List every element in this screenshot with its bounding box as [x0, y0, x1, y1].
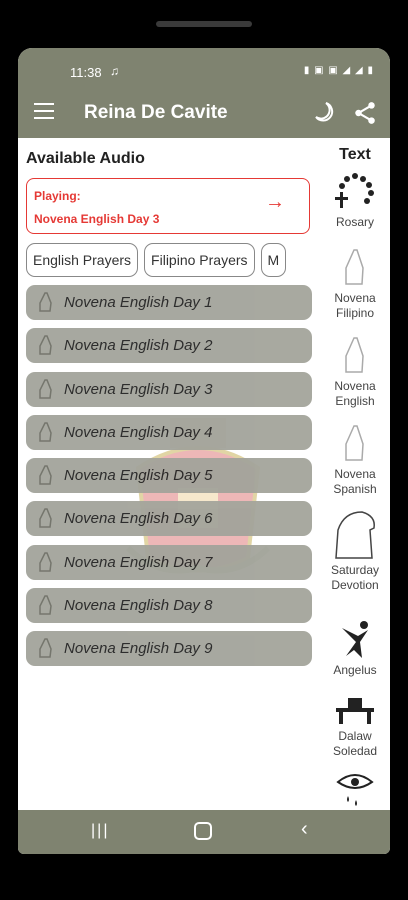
- praying-hands-icon: [36, 594, 56, 623]
- list-item[interactable]: Novena English Day 5: [26, 458, 312, 494]
- praying-hands-icon: [36, 637, 56, 666]
- page-title: Reina De Cavite: [84, 102, 228, 123]
- dark-mode-moon-icon[interactable]: [312, 100, 336, 129]
- praying-hands-icon: [345, 425, 364, 461]
- chip-more[interactable]: M: [260, 243, 287, 277]
- system-nav-bar: ||| ‹: [18, 810, 390, 854]
- list-item[interactable]: Novena English Day 7: [26, 544, 312, 580]
- arrow-right-icon[interactable]: →: [265, 191, 285, 214]
- list-item[interactable]: Novena English Day 4: [26, 414, 312, 450]
- sidebar-item-label: Novena Spanish: [333, 467, 377, 496]
- playing-track: Novena English Day 3: [34, 212, 160, 226]
- sidebar-item-angelus[interactable]: Angelus: [324, 620, 386, 677]
- menu-icon[interactable]: [34, 103, 54, 119]
- music-note-icon: ♫: [110, 64, 119, 78]
- praying-hands-icon: [345, 337, 364, 373]
- list-item-label: Novena English Day 9: [64, 640, 213, 658]
- praying-hands-icon: [36, 334, 56, 363]
- status-bar: 11:38 ♫ ▮ ▣ ▣ ◢ ◢ ▮: [18, 48, 390, 88]
- status-time: 11:38: [70, 65, 102, 80]
- sidebar-item-label: Dalaw Soledad: [332, 729, 378, 758]
- audio-list: Novena English Day 1 Novena English Day …: [26, 285, 312, 675]
- sidebar-item-dalaw-soledad[interactable]: Dalaw Soledad: [324, 694, 386, 759]
- status-icons: ▮ ▣ ▣ ◢ ◢ ▮: [303, 65, 374, 76]
- list-item-label: Novena English Day 2: [64, 337, 213, 355]
- praying-hands-icon: [36, 551, 56, 580]
- weeping-eye-icon: [336, 774, 374, 806]
- sidebar-item-label: Angelus: [333, 663, 377, 677]
- sidebar-item-saturday-devotion[interactable]: Saturday Devotion: [324, 508, 386, 593]
- list-item[interactable]: Novena English Day 6: [26, 501, 312, 537]
- list-item[interactable]: Novena English Day 2: [26, 328, 312, 364]
- list-item-label: Novena English Day 7: [64, 553, 213, 571]
- list-item-label: Novena English Day 3: [64, 380, 213, 398]
- back-icon[interactable]: ‹: [301, 818, 308, 841]
- rosary-icon: [335, 173, 374, 208]
- sidebar-item-novena-filipino[interactable]: Novena Filipino: [324, 248, 386, 321]
- sidebar-item-label: Novena Filipino: [334, 291, 376, 320]
- list-item[interactable]: Novena English Day 9: [26, 631, 312, 667]
- list-item[interactable]: Novena English Day 3: [26, 371, 312, 407]
- playing-label: Playing:: [34, 189, 81, 203]
- recent-apps-icon[interactable]: |||: [91, 822, 109, 840]
- dalaw-icon: [336, 698, 374, 724]
- list-item-label: Novena English Day 1: [64, 294, 213, 311]
- category-chips: English Prayers Filipino Prayers M: [26, 243, 316, 277]
- app-bar: Reina De Cavite: [18, 88, 390, 138]
- angelus-icon: [342, 621, 368, 658]
- share-icon[interactable]: [352, 100, 378, 131]
- praying-hands-icon: [36, 378, 56, 407]
- praying-hands-icon: [345, 249, 364, 285]
- sidebar-item-label: Novena English: [334, 379, 376, 408]
- sidebar-item-novena-spanish[interactable]: Novena Spanish: [324, 424, 386, 497]
- phone-screen: 11:38 ♫ ▮ ▣ ▣ ◢ ◢ ▮ Reina De Cavite Avai…: [18, 48, 390, 854]
- list-item[interactable]: Novena English Day 1: [26, 285, 312, 320]
- available-audio-heading: Available Audio: [26, 150, 145, 167]
- sidebar-item-eye[interactable]: [324, 772, 386, 815]
- list-item-label: Novena English Day 6: [64, 510, 213, 528]
- list-item[interactable]: Novena English Day 8: [26, 588, 312, 624]
- praying-hands-icon: [36, 421, 56, 450]
- sidebar-item-label: Rosary: [335, 215, 374, 229]
- praying-hands-icon: [36, 507, 56, 536]
- list-item-label: Novena English Day 5: [64, 467, 213, 485]
- phone-speaker: [156, 21, 252, 27]
- sidebar-item-label: Saturday Devotion: [330, 563, 380, 592]
- sidebar-title: Text: [339, 146, 371, 163]
- sidebar-item-rosary[interactable]: Rosary: [324, 172, 386, 229]
- home-icon[interactable]: [194, 822, 212, 840]
- now-playing-card[interactable]: Playing: Novena English Day 3 →: [26, 178, 310, 234]
- list-item-label: Novena English Day 4: [64, 423, 213, 441]
- list-item-label: Novena English Day 8: [64, 597, 213, 615]
- saturday-devotion-icon: [335, 511, 375, 559]
- sidebar-item-novena-english[interactable]: Novena English: [324, 336, 386, 409]
- praying-hands-icon: [36, 291, 56, 320]
- praying-hands-icon: [36, 464, 56, 493]
- chip-english-prayers[interactable]: English Prayers: [26, 243, 139, 277]
- chip-filipino-prayers[interactable]: Filipino Prayers: [144, 243, 255, 277]
